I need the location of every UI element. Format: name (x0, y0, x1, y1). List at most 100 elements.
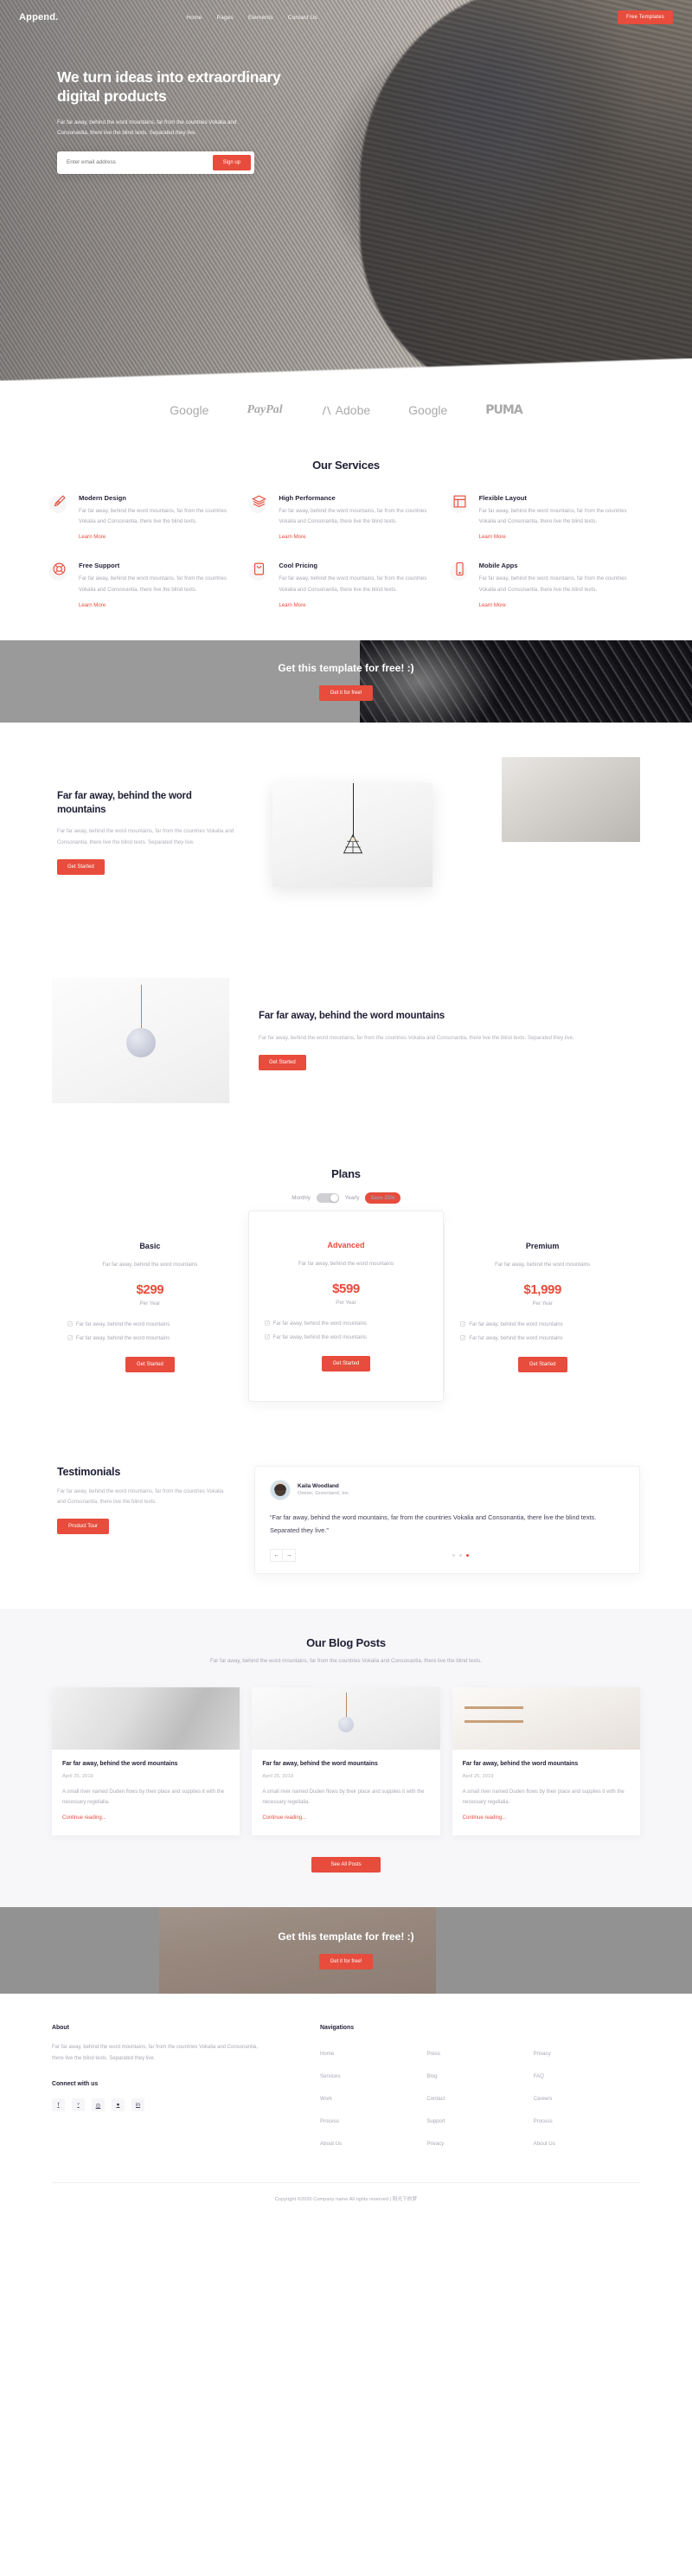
service-learn-more-link[interactable]: Learn More (279, 534, 305, 540)
plan-get-started-button[interactable]: Get Started (125, 1356, 175, 1372)
cta-banner-pattern (360, 639, 692, 723)
feature-two-button[interactable]: Get Started (259, 1055, 306, 1071)
service-title: Modern Design (79, 494, 126, 502)
plan-description: Far far away, behind the word mountains (495, 1261, 591, 1268)
footer-link[interactable]: Services (320, 2073, 340, 2079)
testimonial-dot-3[interactable] (465, 1554, 469, 1558)
blog-post-excerpt: A small river named Duden flows by their… (262, 1789, 425, 1805)
instagram-icon[interactable]: ◎ (92, 2098, 105, 2112)
footer-link[interactable]: Privacy (534, 2051, 551, 2057)
testimonial-dot-1[interactable] (452, 1554, 455, 1558)
feature-one-button[interactable]: Get Started (57, 859, 105, 876)
blog-post-title: Far far away, behind the word mountains (62, 1761, 178, 1768)
blog-post-card[interactable]: Far far away, behind the word mountains … (252, 1687, 440, 1835)
blog-post-date: April 25, 2019 (62, 1773, 93, 1779)
services-grid: Modern Design Far far away, behind the w… (49, 494, 640, 611)
service-learn-more-link[interactable]: Learn More (79, 534, 106, 540)
footer-link[interactable]: About Us (320, 2141, 342, 2147)
testimonial-dot-2[interactable] (458, 1554, 462, 1558)
mobile-phone-icon (449, 562, 471, 581)
blog-post-continue-link[interactable]: Continue reading... (262, 1815, 306, 1821)
plan-feature-text: Far far away, behind the word mountains (272, 1334, 367, 1340)
blog-post-continue-link[interactable]: Continue reading... (62, 1815, 106, 1821)
service-learn-more-link[interactable]: Learn More (479, 534, 506, 540)
testimonial-next-arrow[interactable]: → (283, 1549, 296, 1563)
testimonials-section: Testimonials Far far away, behind the wo… (0, 1436, 692, 1609)
nav-item-contact-us[interactable]: Contact Us (288, 15, 317, 21)
plans-title: Plans (331, 1166, 361, 1180)
service-learn-more-link[interactable]: Learn More (479, 602, 506, 608)
service-text: Far far away, behind the word mountains,… (279, 508, 427, 525)
blog-post-continue-link[interactable]: Continue reading... (463, 1815, 507, 1821)
billing-period-toggle[interactable] (316, 1192, 339, 1203)
testimonial-prev-arrow[interactable]: ← (270, 1549, 283, 1563)
service-text: Far far away, behind the word mountains,… (478, 508, 627, 525)
footer-link[interactable]: Press (426, 2051, 440, 2057)
adobe-icon (321, 405, 332, 416)
product-tour-button[interactable]: Product Tour (57, 1518, 109, 1534)
plan-feature-list: Far far away, behind the word mountains … (460, 1320, 625, 1344)
plan-feature-text: Far far away, behind the word mountains (469, 1321, 563, 1327)
blog-post-title: Far far away, behind the word mountains (262, 1761, 378, 1768)
pendant-lamp-icon (125, 1027, 156, 1057)
hero-signup-form: Sign up (57, 151, 254, 174)
nav-item-pages[interactable]: Pages (217, 15, 234, 21)
blog-grid: Far far away, behind the word mountains … (52, 1687, 640, 1835)
footer-link[interactable]: Home (320, 2051, 334, 2057)
blog-post-card[interactable]: Far far away, behind the word mountains … (52, 1687, 240, 1835)
facebook-icon[interactable]: f (52, 2098, 65, 2112)
brand-logo-adobe-label: Adobe (335, 403, 371, 417)
service-learn-more-link[interactable]: Learn More (79, 602, 106, 608)
footer-about-text: Far far away, behind the word mountains,… (52, 2044, 259, 2061)
social-links: f ᵛ ◎ ● in (52, 2098, 268, 2112)
footer-nav-column-3: Privacy FAQ Careers Process About Us (534, 2044, 640, 2156)
site-logo[interactable]: Append. (19, 12, 58, 22)
plan-feature-item: Far far away, behind the word mountains (265, 1333, 428, 1343)
cta-banner-bottom-button[interactable]: Get it for free! (318, 1954, 374, 1970)
footer-link[interactable]: Support (426, 2118, 445, 2124)
free-templates-button[interactable]: Free Templates (617, 10, 673, 24)
check-square-icon (67, 1335, 73, 1340)
dribbble-icon[interactable]: ● (112, 2098, 125, 2112)
services-section: Our Services Modern Design Far far away,… (0, 436, 692, 640)
nav-item-elements[interactable]: Elements (248, 15, 273, 21)
hero-title: We turn ideas into extraordinary digital… (57, 68, 281, 106)
plan-name: Advanced (327, 1240, 365, 1249)
footer-link[interactable]: About Us (534, 2141, 555, 2147)
brand-logo-google: Google (170, 403, 209, 417)
footer-link[interactable]: Process (320, 2118, 339, 2124)
blog-post-card[interactable]: Far far away, behind the word mountains … (452, 1687, 640, 1835)
plan-get-started-button[interactable]: Get Started (517, 1356, 567, 1372)
blog-subtitle: Far far away, behind the word mountains,… (210, 1658, 482, 1665)
footer-link[interactable]: Careers (534, 2096, 553, 2102)
plan-feature-list: Far far away, behind the word mountains … (265, 1320, 428, 1343)
service-learn-more-link[interactable]: Learn More (279, 602, 305, 608)
testimonial-dots (452, 1554, 469, 1558)
footer-link[interactable]: Contact (426, 2096, 445, 2102)
cta-banner-bottom-title: Get this template for free! :) (278, 1930, 414, 1943)
email-input[interactable] (61, 155, 213, 170)
footer-link[interactable]: FAQ (534, 2073, 544, 2079)
billing-toggle-row: Monthly Yearly Save 25% (52, 1192, 640, 1204)
check-square-icon (67, 1321, 73, 1327)
service-text: Far far away, behind the word mountains,… (279, 575, 427, 593)
blog-post-image (452, 1687, 640, 1751)
footer-link[interactable]: Work (320, 2096, 332, 2102)
feature-one-back-image (502, 756, 640, 842)
testimonials-title: Testimonials (57, 1465, 121, 1478)
footer-link[interactable]: Privacy (426, 2141, 444, 2147)
twitter-icon[interactable]: ᵛ (72, 2098, 85, 2112)
plan-get-started-button[interactable]: Get Started (321, 1355, 371, 1372)
cta-banner-button[interactable]: Get it for free! (318, 684, 374, 701)
linkedin-icon[interactable]: in (131, 2098, 144, 2112)
service-card-mobile-apps: Mobile Apps Far far away, behind the wor… (449, 562, 640, 610)
testimonial-card: Kaila Woodland Owner, Greenland, Inc. “F… (254, 1465, 640, 1575)
see-all-posts-button[interactable]: See All Posts (311, 1856, 381, 1873)
lifebuoy-icon (49, 562, 71, 581)
cta-banner-bottom-overlay (0, 1906, 692, 1994)
nav-item-home[interactable]: Home (186, 15, 202, 21)
signup-button[interactable]: Sign up (212, 154, 251, 170)
plan-price: $599 (332, 1281, 360, 1296)
footer-link[interactable]: Blog (426, 2073, 437, 2079)
footer-link[interactable]: Process (534, 2118, 553, 2124)
